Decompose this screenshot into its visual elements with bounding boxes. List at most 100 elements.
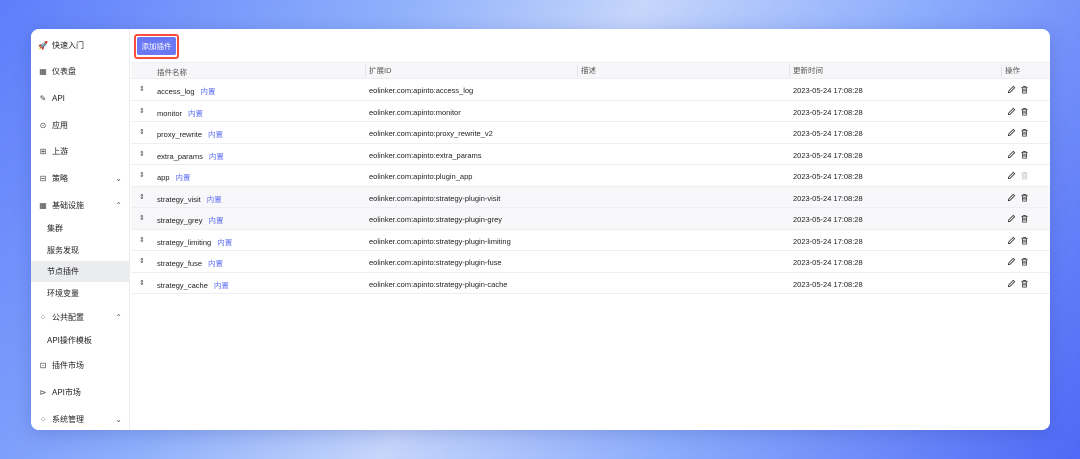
delete-icon[interactable] (1020, 279, 1029, 288)
sidebar-item-dashboard[interactable]: ▦ 仪表盘 (31, 59, 130, 83)
sidebar-item-label: 应用 (52, 120, 68, 130)
table-row[interactable]: ⇕ strategy_limiting 内置 eolinker.com:apinto:… (131, 230, 1050, 251)
drag-handle-icon[interactable]: ⇕ (139, 236, 145, 244)
edit-icon[interactable] (1007, 214, 1016, 223)
updated-cell: 2023-05-24 17:08:28 (793, 150, 863, 160)
sidebar-item-plugin-market[interactable]: ⊡ 插件市场 (31, 353, 130, 377)
sidebar-item-quickstart[interactable]: 🚀 快速入门 (31, 33, 130, 57)
sidebar-subitem-node-plugins[interactable]: 节点插件 (31, 261, 130, 282)
sidebar-item-label: API (52, 93, 65, 103)
edit-icon[interactable] (1007, 107, 1016, 116)
plugin-name-cell: strategy_cache 内置 (157, 280, 229, 291)
updated-cell: 2023-05-24 17:08:28 (793, 107, 863, 117)
sidebar-item-label: 系统管理 (52, 414, 84, 424)
sidebar-subitem-label: 集群 (47, 224, 63, 233)
sidebar-item-label: 插件市场 (52, 360, 84, 370)
sidebar-item-infrastructure[interactable]: ▦ 基础设施 ⌃ (31, 193, 130, 217)
builtin-badge: 内置 (175, 173, 191, 182)
table-row[interactable]: ⇕ strategy_visit 内置 eolinker.com:apinto:str… (131, 186, 1050, 208)
builtin-badge: 内置 (208, 259, 224, 268)
sidebar-item-system[interactable]: ⁘ 系统管理 ⌄ (31, 407, 130, 430)
sidebar-subitem-label: 节点插件 (47, 267, 79, 276)
edit-icon[interactable] (1007, 150, 1016, 159)
sidebar-subitem-api-template[interactable]: API操作模板 (31, 330, 130, 351)
delete-icon[interactable] (1020, 128, 1029, 137)
sidebar-item-app[interactable]: ⊙ 应用 (31, 113, 130, 137)
ext-id-cell: eolinker.com:apinto:strategy-plugin-visi… (369, 193, 501, 203)
plugin-name: strategy_visit (157, 194, 201, 204)
table-row[interactable]: ⇕ monitor 内置 eolinker.com:apinto:monitor 202… (131, 101, 1050, 122)
app-window: 🚀 快速入门 ▦ 仪表盘 ✎ API ⊙ 应用 ⊞ 上游 ⊟ 策略 ⌄ ▦ 基础… (31, 29, 1050, 430)
drag-handle-icon[interactable]: ⇕ (139, 128, 145, 136)
main-content: 添加插件 插件名称 扩展ID 描述 更新时间 操作 ⇕ access_log 内置 e… (131, 29, 1050, 430)
drag-handle-icon[interactable]: ⇕ (139, 107, 145, 115)
ext-id-cell: eolinker.com:apinto:plugin_app (369, 172, 473, 181)
ext-id-cell: eolinker.com:apinto:strategy-plugin-limi… (369, 236, 511, 246)
table-row[interactable]: ⇕ access_log 内置 eolinker.com:apinto:access_… (131, 79, 1050, 101)
sidebar-item-api-market[interactable]: ⊳ API市场 (31, 380, 130, 404)
edit-icon[interactable] (1007, 236, 1016, 245)
public-config-icon: ⁘ (39, 312, 47, 322)
edit-icon[interactable] (1007, 171, 1016, 180)
updated-cell: 2023-05-24 17:08:28 (793, 129, 863, 138)
delete-icon[interactable] (1020, 85, 1029, 94)
delete-icon[interactable] (1020, 257, 1029, 266)
plugin-name-cell: app 内置 (157, 172, 191, 183)
sidebar-item-public-config[interactable]: ⁘ 公共配置 ⌃ (31, 305, 130, 329)
delete-icon (1020, 171, 1029, 180)
sidebar-subitem-cluster[interactable]: 集群 (31, 218, 130, 239)
sidebar-subitem-label: 环境变量 (47, 289, 79, 298)
ext-id-cell: eolinker.com:apinto:strategy-plugin-fuse (369, 258, 502, 267)
builtin-badge: 内置 (208, 151, 224, 161)
edit-icon[interactable] (1007, 193, 1016, 202)
table-row[interactable]: ⇕ strategy_fuse 内置 eolinker.com:apinto:stra… (131, 251, 1050, 273)
drag-handle-icon[interactable]: ⇕ (139, 193, 145, 201)
plugin-name: strategy_cache (157, 280, 208, 290)
sidebar-item-upstream[interactable]: ⊞ 上游 (31, 139, 130, 163)
sidebar-subitem-env-vars[interactable]: 环境变量 (31, 283, 130, 304)
plugin-name: extra_params (157, 151, 203, 161)
table-row[interactable]: ⇕ strategy_cache 内置 eolinker.com:apinto:str… (131, 273, 1050, 294)
sidebar-item-label: 基础设施 (52, 200, 84, 210)
drag-handle-icon[interactable]: ⇕ (139, 257, 145, 265)
sidebar-item-label: 仪表盘 (52, 66, 76, 76)
updated-cell: 2023-05-24 17:08:28 (793, 86, 863, 95)
drag-handle-icon[interactable]: ⇕ (139, 279, 145, 287)
sidebar-item-label: 快速入门 (52, 40, 84, 50)
plugin-name: app (157, 173, 170, 182)
edit-icon[interactable] (1007, 85, 1016, 94)
drag-handle-icon[interactable]: ⇕ (139, 171, 145, 179)
updated-cell: 2023-05-24 17:08:28 (793, 258, 863, 267)
drag-handle-icon[interactable]: ⇕ (139, 150, 145, 158)
delete-icon[interactable] (1020, 214, 1029, 223)
edit-icon[interactable] (1007, 257, 1016, 266)
table-row[interactable]: ⇕ app 内置 eolinker.com:apinto:plugin_app 2023… (131, 165, 1050, 187)
updated-cell: 2023-05-24 17:08:28 (793, 215, 863, 224)
drag-handle-icon[interactable]: ⇕ (139, 85, 145, 93)
builtin-badge: 内置 (206, 194, 222, 204)
header-name: 插件名称 (157, 68, 187, 77)
sidebar-subitem-service-discovery[interactable]: 服务发现 (31, 240, 130, 261)
edit-icon[interactable] (1007, 128, 1016, 137)
builtin-badge: 内置 (208, 130, 224, 139)
drag-handle-icon[interactable]: ⇕ (139, 214, 145, 222)
table-row[interactable]: ⇕ extra_params 内置 eolinker.com:apinto:extra… (131, 144, 1050, 165)
chevron-down-icon: ⌄ (115, 414, 122, 424)
sidebar-subitem-label: API操作模板 (47, 336, 92, 345)
ext-id-cell: eolinker.com:apinto:strategy-plugin-cach… (369, 279, 508, 289)
sidebar-item-label: 上游 (52, 146, 68, 156)
edit-icon[interactable] (1007, 279, 1016, 288)
sidebar-item-policy[interactable]: ⊟ 策略 ⌄ (31, 166, 130, 190)
delete-icon[interactable] (1020, 193, 1029, 202)
plugin-name: strategy_limiting (157, 237, 212, 247)
delete-icon[interactable] (1020, 107, 1029, 116)
delete-icon[interactable] (1020, 236, 1029, 245)
sidebar-item-api[interactable]: ✎ API (31, 86, 130, 110)
plugin-name-cell: strategy_limiting 内置 (157, 237, 232, 248)
add-plugin-button[interactable]: 添加插件 (137, 37, 176, 55)
delete-icon[interactable] (1020, 150, 1029, 159)
chevron-up-icon: ⌃ (115, 312, 122, 322)
table-row[interactable]: ⇕ strategy_grey 内置 eolinker.com:apinto:stra… (131, 208, 1050, 230)
table-row[interactable]: ⇕ proxy_rewrite 内置 eolinker.com:apinto:prox… (131, 122, 1050, 144)
upstream-icon: ⊞ (39, 146, 47, 156)
